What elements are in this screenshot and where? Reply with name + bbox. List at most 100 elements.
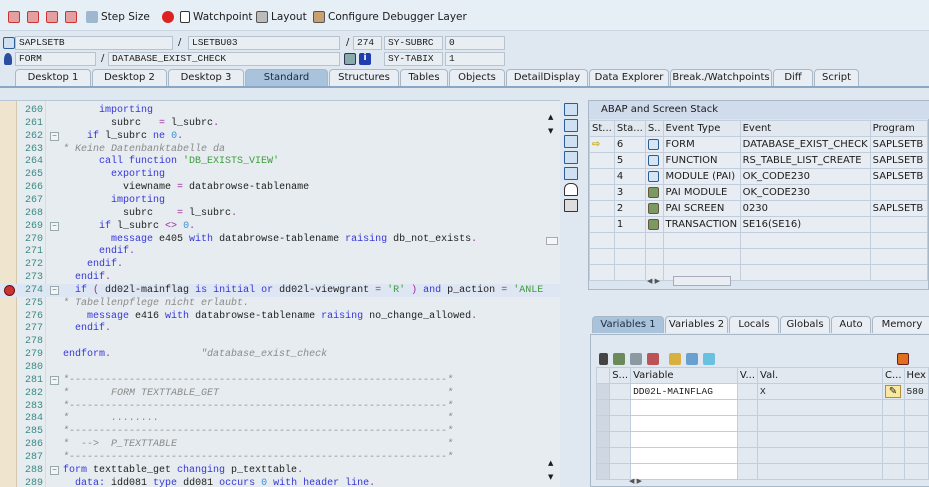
variable-name-input[interactable]: DD02L-MAINFLAG (630, 383, 738, 400)
row-selector[interactable] (595, 415, 611, 432)
code-line[interactable]: 269− if l_subrc <> 0. (0, 220, 560, 233)
program-field[interactable]: SAPLSETB (15, 36, 173, 50)
single-step-icon[interactable] (8, 10, 20, 23)
code-line[interactable]: 265 exporting (0, 168, 560, 181)
variable-column-header[interactable]: S... (609, 367, 632, 384)
transfer-icon[interactable] (686, 353, 698, 365)
sy-tabix-value[interactable]: 1 (445, 52, 505, 66)
stack-column-header[interactable]: St... (589, 120, 615, 137)
stack-row[interactable]: 2 PAI SCREEN 0230 SAPLSETB (589, 200, 929, 217)
row-selector[interactable] (595, 431, 611, 448)
tab-standard[interactable]: Standard (245, 69, 328, 86)
variable-row[interactable] (595, 447, 929, 464)
code-line[interactable]: 262− if l_subrc ne 0. (0, 130, 560, 143)
tab-tables[interactable]: Tables (400, 69, 448, 86)
save-icon[interactable] (897, 353, 909, 365)
info-icon[interactable]: i (359, 53, 371, 65)
stack-column-header[interactable]: Event (739, 120, 871, 137)
code-line[interactable]: 288− form texttable_get changing p_textta… (0, 464, 560, 477)
code-line[interactable]: 276 message e416 with databrowse-tablena… (0, 310, 560, 323)
code-line[interactable]: 271 endif. (0, 245, 560, 258)
code-line[interactable]: 264 call function 'DB_EXISTS_VIEW' (0, 155, 560, 168)
code-scrollbar[interactable]: ▲ ▼ ▲ ▼ (546, 107, 560, 487)
stack-column-header[interactable]: Event Type (662, 120, 741, 137)
code-line[interactable]: 282 * FORM TEXTTABLE_GET * (0, 387, 560, 400)
fold-toggle-icon[interactable]: − (50, 465, 59, 475)
code-line[interactable]: 272 endif. (0, 258, 560, 271)
tool-icon[interactable] (703, 353, 715, 365)
swap-icon[interactable] (564, 167, 578, 180)
row-selector[interactable] (595, 383, 611, 400)
tab-variables-1[interactable]: Variables 1 (592, 316, 664, 333)
continue-icon[interactable] (65, 10, 77, 23)
variable-name-input[interactable] (630, 447, 738, 464)
code-line[interactable]: 286 * --> P_TEXTTABLE * (0, 438, 560, 451)
code-line[interactable]: 278 (0, 335, 560, 348)
variable-row[interactable] (595, 399, 929, 416)
variable-column-header[interactable]: Val. (756, 367, 884, 384)
stack-row[interactable]: ⇨ 6 FORM DATABASE_EXIST_CHECK SAPLSETB (589, 136, 929, 153)
row-selector[interactable] (595, 463, 611, 480)
sy-subrc-value[interactable]: 0 (445, 36, 505, 50)
row-selector[interactable] (595, 399, 611, 416)
variable-row[interactable]: DD02L-MAINFLAG X ✎ 580 (595, 383, 929, 400)
source-code-editor[interactable]: 260 importing 261 subrc = l_subrc. 262− if… (0, 100, 560, 487)
code-line[interactable]: 268 subrc = l_subrc. (0, 207, 560, 220)
close-tool-icon[interactable] (564, 103, 578, 116)
scroll-left-right-icon[interactable]: ◀ ▶ (629, 477, 642, 485)
stack-row[interactable]: 3 PAI MODULE OK_CODE230 (589, 184, 929, 201)
include-field[interactable]: LSETBU03 (188, 36, 340, 50)
replace-tool-icon[interactable] (564, 135, 578, 148)
scroll-down-icon[interactable]: ▼ (548, 473, 553, 481)
code-line[interactable]: 287 *------------------------------------… (0, 451, 560, 464)
row-selector[interactable] (595, 447, 611, 464)
code-line[interactable]: 270 message e405 with databrowse-tablena… (0, 233, 560, 246)
tab-desktop-2[interactable]: Desktop 2 (92, 69, 167, 86)
layout-button[interactable]: Layout (256, 9, 307, 24)
tab-data-explorer[interactable]: Data Explorer (589, 69, 669, 86)
stack-row[interactable]: 5 FUNCTION RS_TABLE_LIST_CREATE SAPLSETB (589, 152, 929, 169)
variable-row[interactable] (595, 431, 929, 448)
tab-script[interactable]: Script (814, 69, 859, 86)
group-icon[interactable] (669, 353, 681, 365)
fold-toggle-icon[interactable]: − (50, 221, 59, 231)
event-name-field[interactable]: DATABASE_EXIST_CHECK (108, 52, 340, 66)
code-line[interactable]: 260 importing (0, 104, 560, 117)
row-selector-header[interactable] (595, 367, 611, 384)
stack-row[interactable]: 4 MODULE (PAI) OK_CODE230 SAPLSETB (589, 168, 929, 185)
services-icon[interactable] (564, 183, 578, 196)
display-icon[interactable] (344, 53, 356, 65)
watchpoint-button[interactable]: Watchpoint (180, 9, 252, 24)
tab-variables-2[interactable]: Variables 2 (665, 316, 728, 333)
code-line[interactable]: 277 endif. (0, 322, 560, 335)
code-line[interactable]: 266 viewname = databrowse-tablename (0, 181, 560, 194)
code-line[interactable]: 280 (0, 361, 560, 374)
stack-column-header[interactable]: S.. (644, 120, 664, 137)
stack-column-header[interactable]: Program (869, 120, 929, 137)
tab-detaildisplay[interactable]: DetailDisplay (506, 69, 588, 86)
code-line[interactable]: 263 * Keine Datenbanktabelle da (0, 143, 560, 156)
code-line[interactable]: 279 endform. "database_exist_check (0, 348, 560, 361)
scroll-thumb[interactable] (546, 237, 558, 245)
edit-pencil-icon[interactable]: ✎ (885, 385, 902, 398)
stack-hscroll-thumb[interactable] (673, 276, 731, 286)
line-field[interactable]: 274 (353, 36, 382, 50)
tab-auto[interactable]: Auto (831, 316, 871, 333)
code-line[interactable]: 284 * ........ * (0, 412, 560, 425)
tab-desktop-3[interactable]: Desktop 3 (168, 69, 244, 86)
tab-diff[interactable]: Diff (773, 69, 813, 86)
variable-column-header[interactable]: Variable (630, 367, 738, 384)
code-line[interactable]: 289 data: idd081 type dd081 occurs 0 wit… (0, 477, 560, 487)
variable-row[interactable] (595, 463, 929, 480)
return-icon[interactable] (46, 10, 58, 23)
code-line[interactable]: 285 *------------------------------------… (0, 425, 560, 438)
variable-row[interactable] (595, 415, 929, 432)
execute-icon[interactable] (27, 10, 39, 23)
code-line[interactable]: 275 * Tabellenpflege nicht erlaubt. (0, 297, 560, 310)
step-size-button[interactable]: Step Size (86, 9, 150, 24)
tab-desktop-1[interactable]: Desktop 1 (15, 69, 91, 86)
clear-icon[interactable] (647, 353, 659, 365)
tab-objects[interactable]: Objects (449, 69, 505, 86)
fold-toggle-icon[interactable]: − (50, 375, 59, 385)
tab-break-watchpoints[interactable]: Break./Watchpoints (670, 69, 772, 86)
